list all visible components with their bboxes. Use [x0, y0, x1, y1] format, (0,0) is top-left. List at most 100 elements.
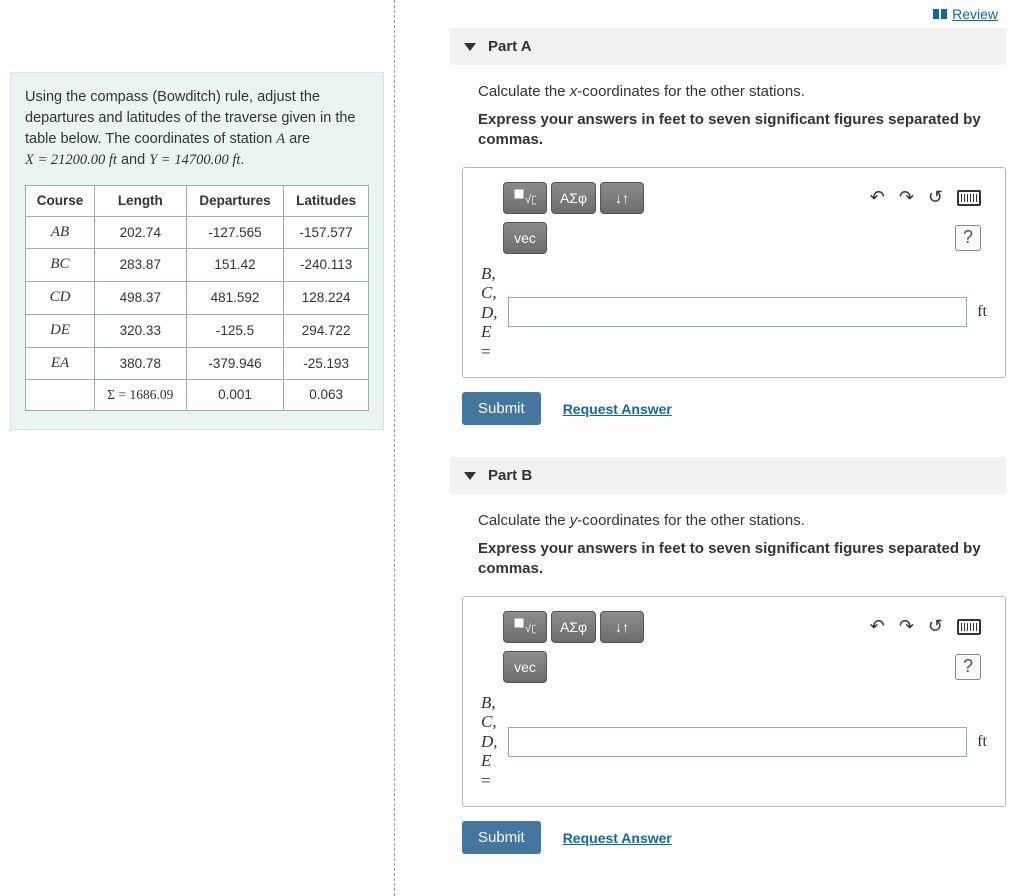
unit-a: ft	[977, 303, 987, 321]
part-b-express: Express your answers in feet to seven si…	[478, 539, 1006, 580]
chevron-down-icon	[464, 472, 476, 480]
unit-b: ft	[977, 733, 987, 751]
vec-button[interactable]: vec	[503, 222, 547, 254]
problem-statement-panel: Using the compass (Bowditch) rule, adjus…	[0, 0, 395, 896]
cell-lat: 128.224	[284, 282, 369, 315]
col-length: Length	[94, 186, 186, 217]
table-sum-row: Σ = 1686.09 0.001 0.063	[26, 380, 369, 411]
cell-lat: -25.193	[284, 347, 369, 380]
part-a-prompt: Calculate the x-coordinates for the othe…	[478, 83, 1006, 100]
templates-button[interactable]: √▢	[503, 182, 547, 214]
undo-icon[interactable]: ↶	[870, 616, 885, 637]
cell-course: CD	[26, 282, 95, 315]
vec-group: vec	[503, 222, 547, 254]
cell-dep: 481.592	[186, 282, 284, 315]
templates-button[interactable]: √▢	[503, 611, 547, 643]
help-button[interactable]: ?	[955, 225, 981, 251]
request-answer-b[interactable]: Request Answer	[563, 830, 672, 846]
cell-dep: -127.565	[186, 216, 284, 249]
cell-length: 380.78	[94, 347, 186, 380]
updown-button[interactable]: ↓↑	[600, 611, 644, 643]
submit-button-b[interactable]: Submit	[462, 821, 541, 854]
eq-X: X = 21200.00 ft	[25, 152, 117, 168]
table-row: DE 320.33 -125.5 294.722	[26, 314, 369, 347]
template-icon: √▢	[514, 618, 536, 636]
cell-course: BC	[26, 249, 95, 282]
cell-length: 202.74	[94, 216, 186, 249]
table-row: AB 202.74 -127.565 -157.577	[26, 216, 369, 249]
prompt-pre: Calculate the	[478, 512, 570, 529]
problem-info-box: Using the compass (Bowditch) rule, adjus…	[10, 72, 384, 430]
toolbar-right: ↶ ↷ ↺	[870, 187, 981, 208]
traverse-table: Course Length Departures Latitudes AB 20…	[25, 185, 369, 411]
cell-sum-lat: 0.063	[284, 380, 369, 411]
intro-period: .	[240, 152, 244, 168]
vec-group: vec	[503, 651, 547, 683]
toolbar-left: √▢ ΑΣφ ↓↑	[503, 611, 644, 643]
cell-lat: -240.113	[284, 249, 369, 282]
review-label: Review	[952, 6, 998, 22]
answer-input-a[interactable]	[508, 297, 968, 327]
part-a-header[interactable]: Part A	[450, 28, 1006, 65]
cell-length: 498.37	[94, 282, 186, 315]
cell-dep: 151.42	[186, 249, 284, 282]
table-row: EA 380.78 -379.946 -25.193	[26, 347, 369, 380]
part-b-prompt: Calculate the y-coordinates for the othe…	[478, 512, 1006, 529]
chevron-down-icon	[464, 43, 476, 51]
cell-length: 320.33	[94, 314, 186, 347]
greek-button[interactable]: ΑΣφ	[551, 182, 596, 214]
cell-course: EA	[26, 347, 95, 380]
col-departures: Departures	[186, 186, 284, 217]
cell-course: DE	[26, 314, 95, 347]
prompt-post: -coordinates for the other stations.	[577, 512, 805, 529]
part-a-answer-box: √▢ ΑΣφ ↓↑ ↶ ↷ ↺ vec ?	[462, 167, 1006, 379]
help-button[interactable]: ?	[955, 654, 981, 680]
reset-icon[interactable]: ↺	[928, 616, 943, 637]
keyboard-icon[interactable]	[957, 619, 981, 635]
intro-text-2: are	[289, 131, 310, 147]
cell-sigma: Σ = 1686.09	[94, 380, 186, 411]
cell-lat: 294.722	[284, 314, 369, 347]
part-b-title: Part B	[488, 467, 532, 484]
part-b-header[interactable]: Part B	[450, 457, 1006, 494]
submit-button-a[interactable]: Submit	[462, 392, 541, 425]
eq-Y: Y = 14700.00 ft	[149, 152, 240, 168]
table-row: CD 498.37 481.592 128.224	[26, 282, 369, 315]
keyboard-icon[interactable]	[957, 190, 981, 206]
greek-button[interactable]: ΑΣφ	[551, 611, 596, 643]
prompt-pre: Calculate the	[478, 83, 570, 100]
review-link[interactable]: Review	[450, 0, 1006, 22]
cell-length: 283.87	[94, 249, 186, 282]
redo-icon[interactable]: ↷	[899, 616, 914, 637]
table-header-row: Course Length Departures Latitudes	[26, 186, 369, 217]
redo-icon[interactable]: ↷	[899, 187, 914, 208]
reset-icon[interactable]: ↺	[928, 187, 943, 208]
vec-button[interactable]: vec	[503, 651, 547, 683]
var-labels-a: B,C,D,E=	[481, 264, 498, 362]
cell-dep: -125.5	[186, 314, 284, 347]
col-latitudes: Latitudes	[284, 186, 369, 217]
var-labels-b: B,C,D,E=	[481, 693, 498, 791]
prompt-post: -coordinates for the other stations.	[577, 83, 805, 100]
col-course: Course	[26, 186, 95, 217]
part-a-title: Part A	[488, 38, 532, 55]
request-answer-a[interactable]: Request Answer	[563, 401, 672, 417]
cell-blank	[26, 380, 95, 411]
toolbar-right: ↶ ↷ ↺	[870, 616, 981, 637]
svg-text:√▢: √▢	[525, 623, 536, 635]
updown-button[interactable]: ↓↑	[600, 182, 644, 214]
part-a-express: Express your answers in feet to seven si…	[478, 110, 1006, 151]
cell-course: AB	[26, 216, 95, 249]
undo-icon[interactable]: ↶	[870, 187, 885, 208]
book-icon	[932, 8, 948, 20]
part-b-answer-box: √▢ ΑΣφ ↓↑ ↶ ↷ ↺ vec ?	[462, 596, 1006, 808]
cell-lat: -157.577	[284, 216, 369, 249]
station-A-symbol: A	[276, 131, 285, 147]
cell-dep: -379.946	[186, 347, 284, 380]
table-row: BC 283.87 151.42 -240.113	[26, 249, 369, 282]
template-icon: √▢	[514, 189, 536, 207]
toolbar-left: √▢ ΑΣφ ↓↑	[503, 182, 644, 214]
intro-and: and	[121, 152, 149, 168]
cell-sum-dep: 0.001	[186, 380, 284, 411]
answer-input-b[interactable]	[508, 727, 968, 757]
